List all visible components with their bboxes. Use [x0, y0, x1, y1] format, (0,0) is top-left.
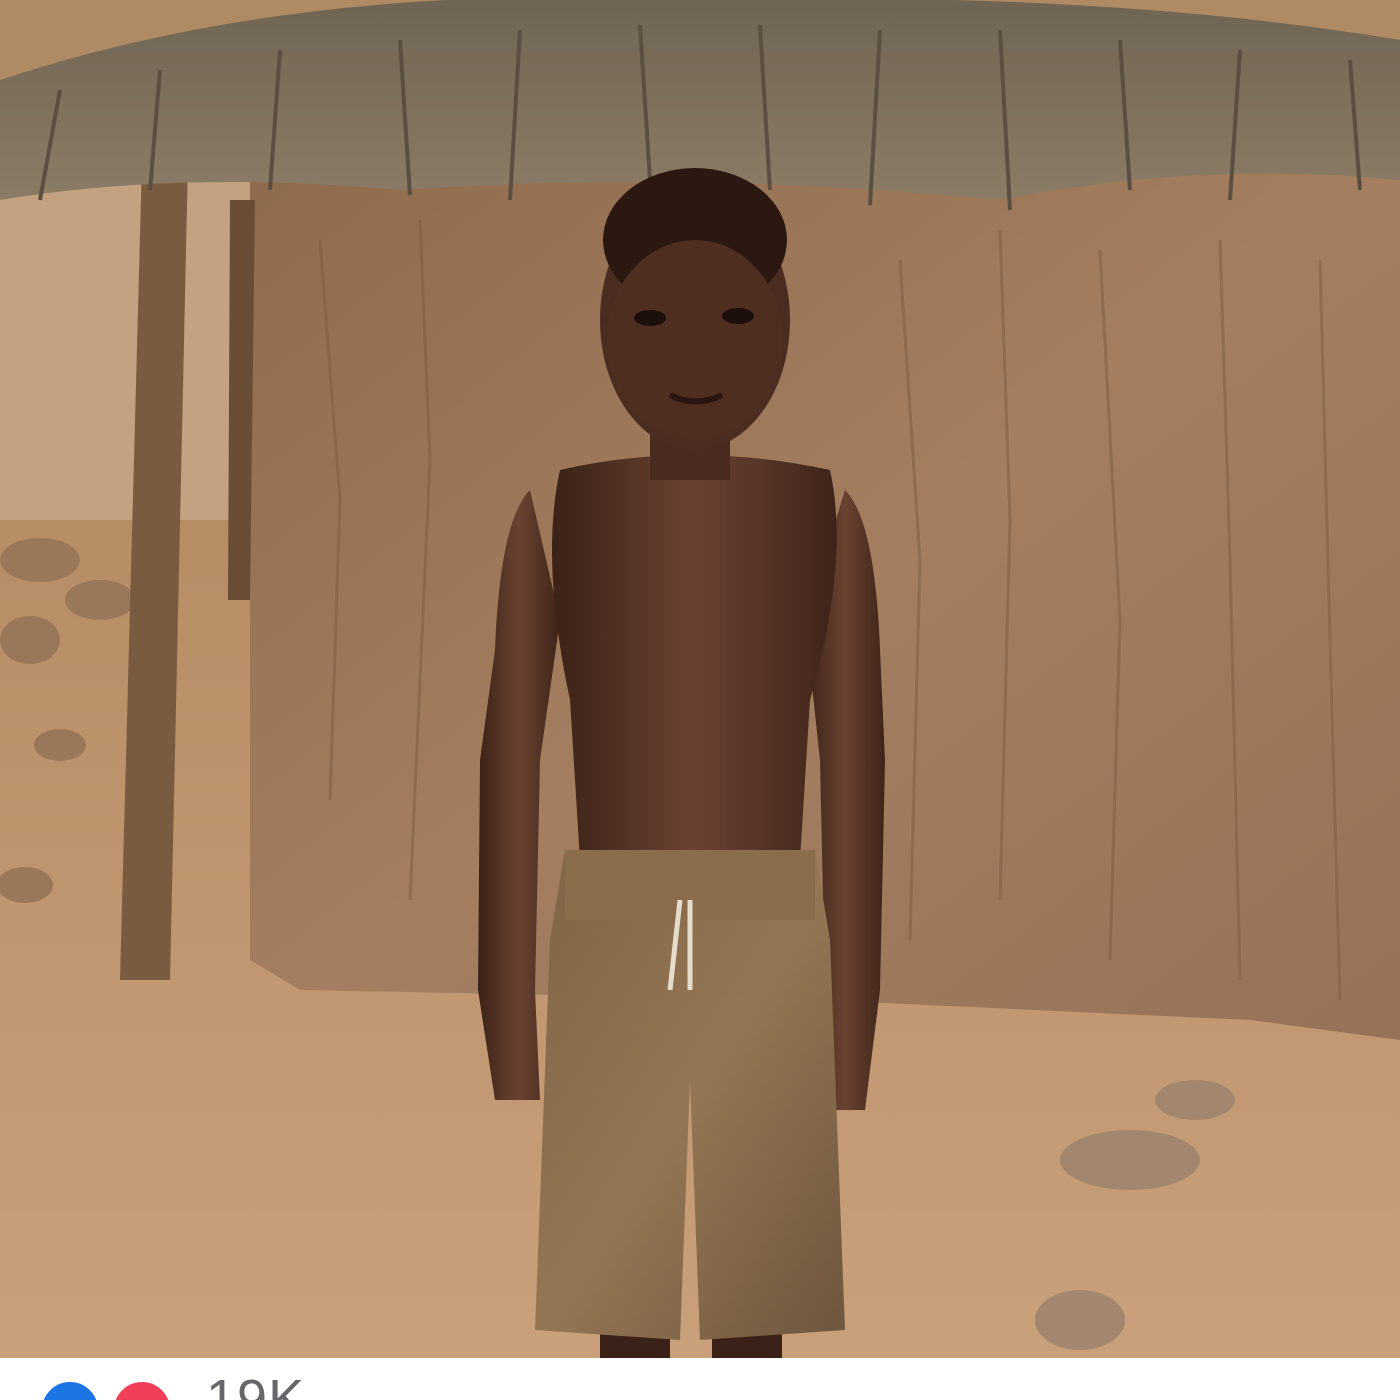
post-page: 19K — [0, 0, 1400, 1400]
post-photo[interactable] — [0, 0, 1400, 1358]
reaction-bar: 19K — [0, 1358, 1400, 1400]
like-icon[interactable] — [38, 1378, 102, 1400]
reaction-count[interactable]: 19K — [206, 1372, 305, 1400]
photo-illustration — [0, 0, 1400, 1358]
far-wall — [0, 160, 260, 540]
love-icon[interactable] — [110, 1378, 174, 1400]
